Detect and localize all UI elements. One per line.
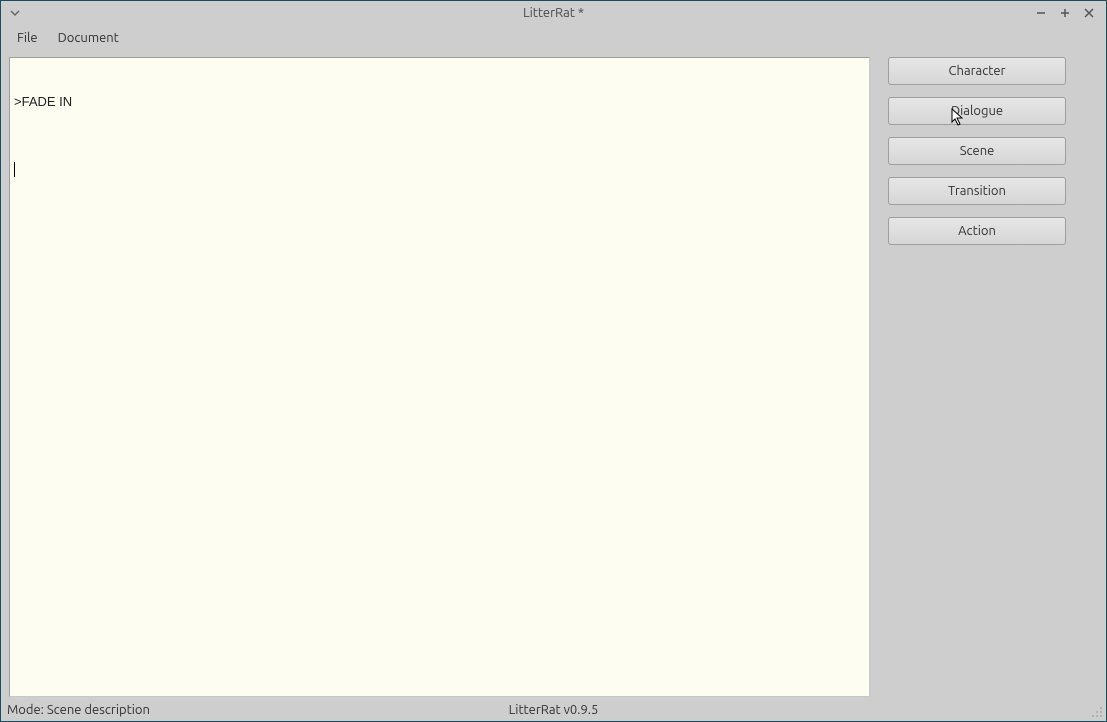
statusbar: Mode: Scene description LitterRat v0.9.5 xyxy=(1,699,1106,721)
resize-grip[interactable] xyxy=(1090,705,1104,719)
character-button[interactable]: Character xyxy=(888,57,1066,85)
editor-caret-line xyxy=(14,162,865,178)
script-editor[interactable]: >FADE IN xyxy=(9,57,870,697)
scene-button[interactable]: Scene xyxy=(888,137,1066,165)
menu-document[interactable]: Document xyxy=(48,27,129,49)
main-area: >FADE IN Character Dialogue Scene Transi… xyxy=(1,51,1106,699)
editor-wrap: >FADE IN xyxy=(9,57,870,697)
titlebar: LitterRat * xyxy=(1,1,1106,24)
action-button[interactable]: Action xyxy=(888,217,1066,245)
status-mode: Mode: Scene description xyxy=(7,703,150,717)
editor-line: >FADE IN xyxy=(14,94,865,111)
dialogue-button[interactable]: Dialogue xyxy=(888,97,1066,125)
close-button[interactable] xyxy=(1080,4,1098,22)
side-panel: Character Dialogue Scene Transition Acti… xyxy=(888,57,1098,697)
text-caret xyxy=(14,162,15,177)
minimize-button[interactable] xyxy=(1032,4,1050,22)
window-menu-button[interactable] xyxy=(6,4,24,22)
window-title: LitterRat * xyxy=(1,6,1106,20)
menu-file[interactable]: File xyxy=(7,27,48,49)
app-window: LitterRat * File Document >FADE IN Chara… xyxy=(0,0,1107,722)
transition-button[interactable]: Transition xyxy=(888,177,1066,205)
status-version: LitterRat v0.9.5 xyxy=(1,703,1106,717)
menubar: File Document xyxy=(1,24,1106,51)
maximize-button[interactable] xyxy=(1056,4,1074,22)
